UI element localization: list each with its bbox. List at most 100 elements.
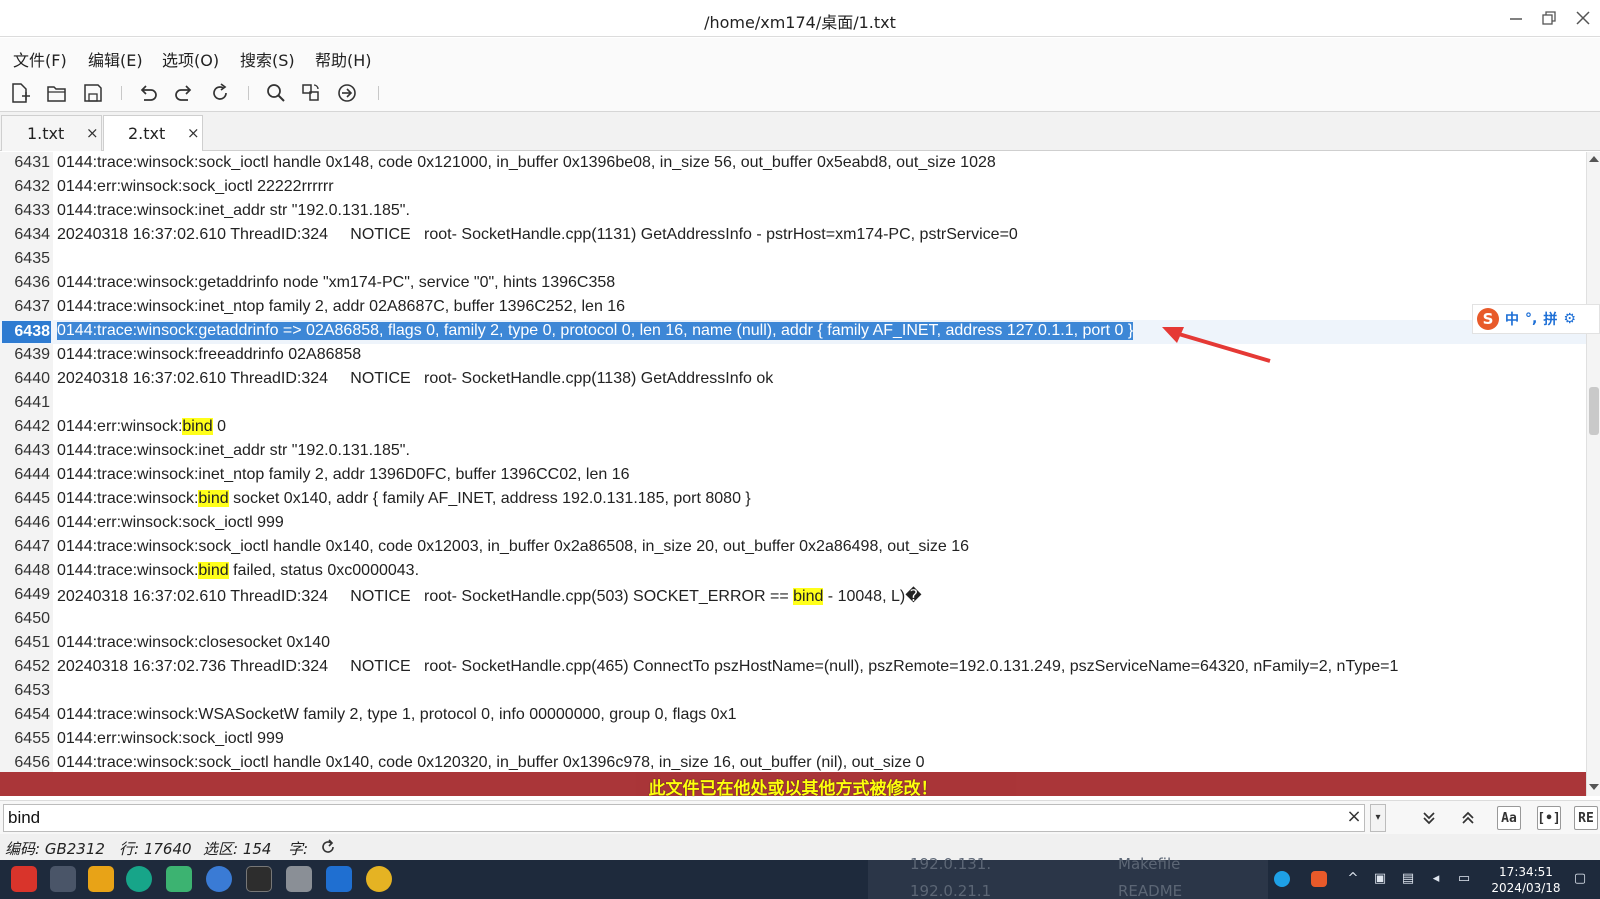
editor-line[interactable]: 6440 20240318 16:37:02.610 ThreadID:324 N… — [0, 368, 1586, 392]
reload-button[interactable] — [209, 82, 231, 104]
replace-button[interactable] — [300, 82, 322, 104]
file-modified-warning[interactable]: 此文件已在他处或以其他方式被修改！ — [0, 772, 1586, 799]
toolbar-separator — [248, 86, 249, 100]
match-case-toggle[interactable]: Aa — [1497, 806, 1521, 830]
undo-button[interactable] — [137, 82, 159, 104]
tab-1-txt[interactable]: 1.txt × — [1, 115, 102, 151]
line-text: 20240318 16:37:02.610 ThreadID:324 NOTIC… — [57, 226, 1018, 243]
launcher-icon[interactable] — [11, 866, 37, 892]
menu-options[interactable]: 选项(O) — [162, 47, 219, 71]
editor-line[interactable]: 6455 0144:err:winsock:sock_ioctl 999 — [0, 728, 1586, 752]
line-text: 0144:trace:winsock:bind failed, status 0… — [57, 562, 419, 580]
new-file-button[interactable] — [9, 82, 31, 104]
scroll-up-icon[interactable] — [1588, 154, 1600, 164]
tab-label: 2.txt — [128, 124, 166, 143]
system-clock[interactable]: 17:34:51 2024/03/18 — [1486, 864, 1566, 896]
settings-icon[interactable] — [206, 866, 232, 892]
editor-line[interactable]: 6433 0144:trace:winsock:inet_addr str "19… — [0, 200, 1586, 224]
editor-line[interactable]: 6439 0144:trace:winsock:freeaddrinfo 02A8… — [0, 344, 1586, 368]
editor-line[interactable]: 6444 0144:trace:winsock:inet_ntop family … — [0, 464, 1586, 488]
editor-line[interactable]: 6451 0144:trace:winsock:closesocket 0x140 — [0, 632, 1586, 656]
editor-line[interactable]: 6446 0144:err:winsock:sock_ioctl 999 — [0, 512, 1586, 536]
search-input[interactable] — [3, 804, 1365, 832]
browser-icon[interactable] — [126, 866, 152, 892]
whole-word-toggle[interactable]: [•] — [1537, 806, 1561, 830]
editor-line[interactable]: 6454 0144:trace:winsock:WSASocketW family… — [0, 704, 1586, 728]
terminal-icon[interactable] — [246, 866, 272, 892]
tray-expand-icon[interactable]: ^ — [1345, 871, 1361, 887]
ime-toolbar[interactable]: S 中 °, 拼 ⚙ — [1472, 304, 1600, 334]
editor-line[interactable]: 6431 0144:trace:winsock:sock_ioctl handle… — [0, 152, 1586, 176]
network-app-icon[interactable] — [1274, 871, 1290, 887]
editor-line[interactable]: 6441 — [0, 392, 1586, 416]
line-number: 6447 — [14, 538, 50, 555]
menu-edit[interactable]: 编辑(E) — [88, 47, 143, 71]
editor-line[interactable]: 6447 0144:trace:winsock:sock_ioctl handle… — [0, 536, 1586, 560]
file-manager-icon[interactable] — [88, 866, 114, 892]
clipboard-icon[interactable]: ▣ — [1372, 871, 1388, 887]
ime-settings-icon[interactable]: ⚙ — [1563, 311, 1576, 327]
editor-line[interactable]: 6436 0144:trace:winsock:getaddrinfo node … — [0, 272, 1586, 296]
editor-line[interactable]: 6438 0144:trace:winsock:getaddrinfo => 02… — [0, 320, 1586, 344]
clear-search-icon[interactable]: × — [1343, 806, 1365, 828]
search-history-dropdown[interactable]: ▾ — [1370, 804, 1386, 832]
line-number: 6440 — [14, 370, 50, 387]
find-next-button[interactable] — [1417, 806, 1441, 830]
editor-line[interactable]: 6453 — [0, 680, 1586, 704]
refresh-icon[interactable] — [320, 839, 336, 855]
find-previous-button[interactable] — [1456, 806, 1480, 830]
search-button[interactable] — [265, 82, 287, 104]
tab-close-icon[interactable]: × — [187, 124, 200, 142]
editor-line[interactable]: 6435 — [0, 248, 1586, 272]
editor-line[interactable]: 6452 20240318 16:37:02.736 ThreadID:324 N… — [0, 656, 1586, 680]
open-file-button[interactable] — [46, 82, 68, 104]
network-icon[interactable]: ▭ — [1456, 871, 1472, 887]
editor-line[interactable]: 6432 0144:err:winsock:sock_ioctl 22222rrr… — [0, 176, 1586, 200]
notification-icon[interactable]: ▢ — [1572, 871, 1588, 887]
volume-icon[interactable]: ◂ — [1428, 871, 1444, 887]
line-number: 6455 — [14, 730, 50, 747]
app-store-icon[interactable] — [166, 866, 192, 892]
editor-line[interactable]: 6456 0144:trace:winsock:sock_ioctl handle… — [0, 752, 1586, 772]
ime-punctuation[interactable]: °, — [1525, 311, 1537, 327]
restore-button[interactable] — [1536, 6, 1562, 30]
editor-line[interactable]: 6437 0144:trace:winsock:inet_ntop family … — [0, 296, 1586, 320]
close-window-button[interactable] — [1570, 6, 1596, 30]
tab-2-txt[interactable]: 2.txt × — [103, 115, 203, 151]
editor-line[interactable]: 6449 20240318 16:37:02.610 ThreadID:324 N… — [0, 584, 1586, 608]
toolbar-separator — [121, 86, 122, 100]
goto-line-button[interactable] — [336, 82, 358, 104]
regex-toggle[interactable]: RE — [1574, 806, 1598, 830]
scroll-down-icon[interactable] — [1588, 782, 1600, 792]
multitask-view-icon[interactable] — [50, 866, 76, 892]
text-editor[interactable]: 6431 0144:trace:winsock:sock_ioctl handle… — [0, 152, 1586, 772]
vertical-scrollbar[interactable] — [1586, 152, 1600, 796]
ime-pinyin[interactable]: 拼 — [1543, 309, 1557, 329]
editor-line[interactable]: 6450 — [0, 608, 1586, 632]
editor-line[interactable]: 6443 0144:trace:winsock:inet_addr str "19… — [0, 440, 1586, 464]
editor-line[interactable]: 6448 0144:trace:winsock:bind failed, stat… — [0, 560, 1586, 584]
line-text: 0144:trace:winsock:inet_addr str "192.0.… — [57, 442, 410, 459]
text-editor-app-icon[interactable] — [286, 866, 312, 892]
line-text: 0144:trace:winsock:closesocket 0x140 — [57, 634, 331, 651]
usb-icon[interactable]: ▤ — [1400, 871, 1416, 887]
redo-button[interactable] — [173, 82, 195, 104]
editor-line[interactable]: 6445 0144:trace:winsock:bind socket 0x140… — [0, 488, 1586, 512]
menu-search[interactable]: 搜索(S) — [240, 47, 295, 71]
editor-line[interactable]: 6442 0144:err:winsock:bind 0 — [0, 416, 1586, 440]
save-file-button[interactable] — [82, 82, 104, 104]
line-number: 6432 — [14, 178, 50, 195]
ide-app-icon[interactable] — [326, 866, 352, 892]
minimize-button[interactable] — [1503, 6, 1529, 30]
status-chars: 字: — [288, 840, 309, 858]
editor-line[interactable]: 6434 20240318 16:37:02.610 ThreadID:324 N… — [0, 224, 1586, 248]
find-bar: × ▾ Aa [•] RE — [0, 800, 1600, 834]
line-text: 0144:trace:winsock:WSASocketW family 2, … — [57, 706, 737, 723]
menu-help[interactable]: 帮助(H) — [315, 47, 372, 71]
chrome-icon[interactable] — [366, 866, 392, 892]
menu-file[interactable]: 文件(F) — [13, 47, 67, 71]
ime-chinese-mode[interactable]: 中 — [1505, 309, 1519, 329]
sogou-tray-icon[interactable] — [1311, 871, 1327, 887]
tab-close-icon[interactable]: × — [86, 124, 99, 142]
scrollbar-thumb[interactable] — [1589, 387, 1599, 435]
